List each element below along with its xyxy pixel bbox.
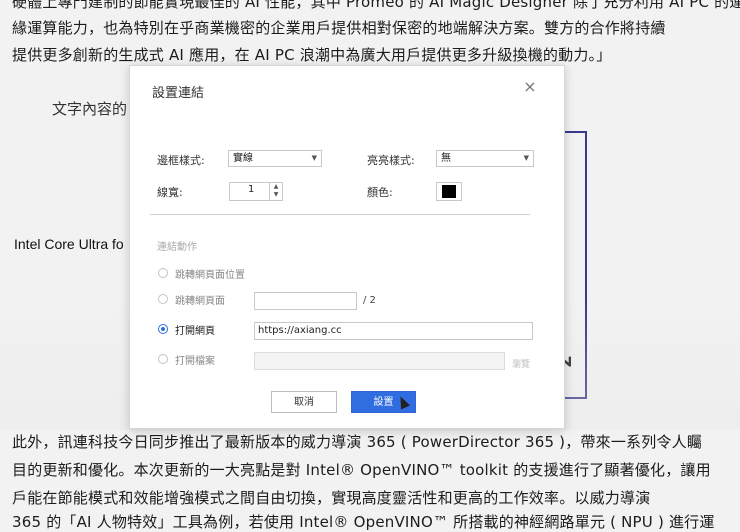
document-text-line: 緣運算能力，也為特別在乎商業機密的企業用戶提供相對保密的地端解決方案。雙方的合作… xyxy=(12,19,666,37)
line-width-stepper[interactable]: 1 ▲ ▼ xyxy=(229,182,283,201)
document-text-line: 硬體上專門建制的節能實現最佳的 AI 性能，其中 Promeo 的 AI Mag… xyxy=(12,0,740,11)
radio-open-file[interactable] xyxy=(158,354,168,364)
link-settings-dialog: 設置連結 × 邊框樣式: 實線 ▼ 亮亮樣式: 無 ▼ 線寬: 1 ▲ ▼ 顏色:… xyxy=(129,65,565,429)
color-label: 顏色: xyxy=(367,186,393,199)
close-icon[interactable]: × xyxy=(520,77,540,97)
highlight-style-value: 無 xyxy=(441,153,451,164)
document-text-line: 目的更新和優化。本次更新的一大亮點是對 Intel® OpenVINO™ too… xyxy=(12,461,711,479)
browse-button[interactable]: 瀏覽 xyxy=(512,357,530,370)
document-text-line: 365 的「AI 人物特效」工具為例，若使用 Intel® OpenVINO™ … xyxy=(12,513,715,531)
line-width-label: 線寬: xyxy=(157,186,183,199)
cancel-button[interactable]: 取消 xyxy=(271,391,337,413)
page-number-input[interactable] xyxy=(254,292,357,310)
chevron-down-icon: ▼ xyxy=(523,154,529,162)
radio-label: 跳轉網頁面位置 xyxy=(175,270,245,281)
file-path-input[interactable] xyxy=(254,352,505,370)
document-text-line: 此外，訊連科技今日同步推出了最新版本的威力導演 365 ( PowerDirec… xyxy=(12,433,703,451)
radio-goto-page[interactable] xyxy=(158,294,168,304)
document-text-fragment: 文字內容的 xyxy=(52,100,128,118)
chevron-down-icon: ▼ xyxy=(311,154,317,162)
border-style-label: 邊框樣式: xyxy=(157,154,205,167)
line-width-value: 1 xyxy=(248,184,255,195)
document-text-line: 提供更多創新的生成式 AI 應用，在 AI PC 浪潮中為廣大用戶提供更多升級換… xyxy=(12,46,612,64)
stepper-arrows-icon[interactable]: ▲ ▼ xyxy=(269,183,282,200)
color-swatch-fill xyxy=(442,185,456,198)
radio-label: 跳轉網頁面 xyxy=(175,296,225,307)
document-text-line: 戶能在節能模式和效能增強模式之間自由切換，實現高度靈活性和更高的工作效率。以威力… xyxy=(12,489,651,507)
page-total: / 2 xyxy=(363,295,376,306)
border-style-select[interactable]: 實線 ▼ xyxy=(228,150,322,167)
document-text-fragment: Intel Core Ultra fo xyxy=(14,236,124,252)
radio-open-webpage[interactable] xyxy=(158,324,168,334)
section-divider xyxy=(150,214,530,215)
radio-label: 打開網頁 xyxy=(175,326,215,337)
radio-label: 打開檔案 xyxy=(175,356,215,367)
radio-goto-page-position[interactable] xyxy=(158,268,168,278)
highlight-style-select[interactable]: 無 ▼ xyxy=(436,150,534,167)
link-action-heading: 連結動作 xyxy=(157,242,197,253)
border-style-value: 實線 xyxy=(233,153,253,164)
highlight-style-label: 亮亮樣式: xyxy=(367,154,415,167)
url-input[interactable]: https://axiang.cc xyxy=(254,322,533,340)
annotation-frame-edge xyxy=(585,131,587,399)
color-picker[interactable] xyxy=(436,182,462,201)
dialog-title: 設置連結 xyxy=(152,86,205,101)
